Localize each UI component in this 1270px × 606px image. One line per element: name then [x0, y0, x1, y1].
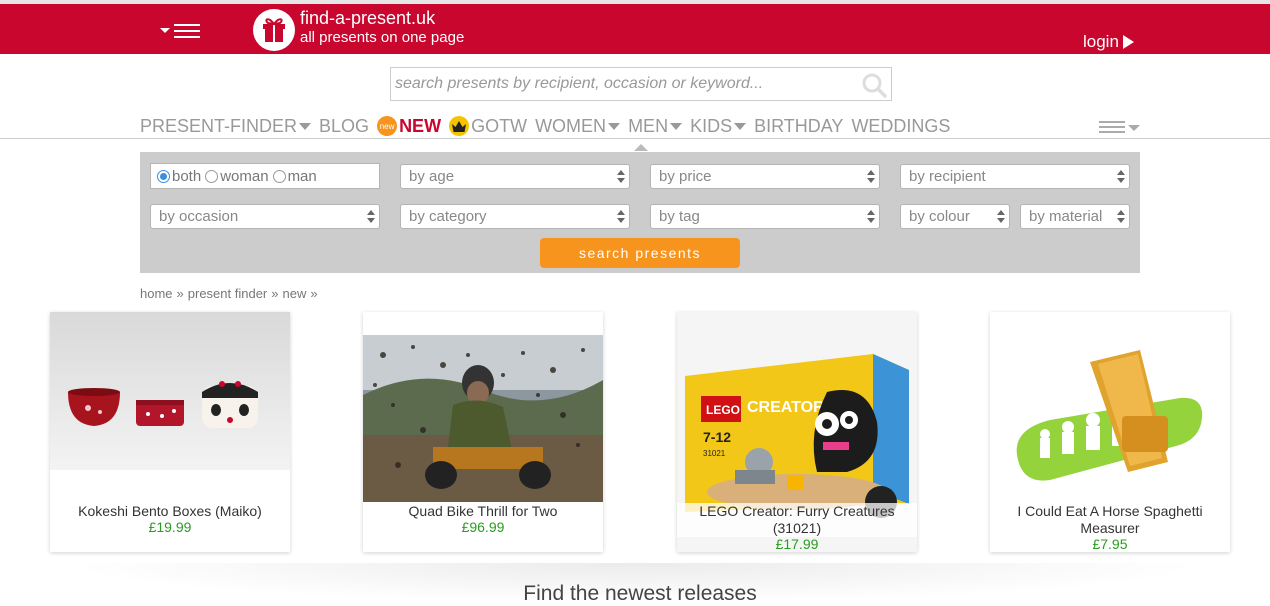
nav-birthday[interactable]: BIRTHDAY: [754, 116, 843, 137]
select-arrows-icon: [367, 209, 375, 224]
search-input[interactable]: [395, 72, 855, 96]
radio-woman[interactable]: woman: [205, 168, 269, 185]
play-arrow-icon: [1122, 35, 1134, 49]
breadcrumb: home » present finder » new »: [140, 286, 318, 301]
product-card[interactable]: I Could Eat A Horse Spaghetti Measurer £…: [990, 312, 1230, 552]
chevron-down-icon: [608, 122, 621, 130]
radio-man[interactable]: man: [272, 168, 317, 185]
breadcrumb-present-finder[interactable]: present finder: [188, 286, 268, 301]
lego-logo-text: LEGO: [706, 403, 740, 417]
crown-icon: [449, 116, 470, 136]
nav-weddings[interactable]: WEDDINGS: [851, 116, 950, 137]
login-link[interactable]: login: [1083, 32, 1134, 52]
present-finder-panel: both woman man by age by price by recipi…: [140, 152, 1140, 273]
product-price: £19.99: [148, 519, 192, 535]
product-price: £7.95: [1092, 536, 1128, 552]
select-arrows-icon: [617, 209, 625, 224]
breadcrumb-separator: »: [271, 286, 279, 301]
product-card[interactable]: Quad Bike Thrill for Two £96.99: [363, 312, 603, 552]
lego-set-text: 31021: [703, 449, 726, 458]
product-price: £17.99: [775, 536, 819, 552]
select-arrows-icon: [1117, 169, 1125, 184]
radio-selected-icon: [157, 169, 170, 183]
lego-age-text: 7-12: [703, 429, 731, 445]
material-select[interactable]: by material: [1020, 204, 1130, 229]
product-image-quad-bike[interactable]: [363, 335, 603, 502]
breadcrumb-new[interactable]: new: [283, 286, 307, 301]
radio-both[interactable]: both: [157, 168, 201, 185]
product-title[interactable]: LEGO Creator: Furry Creatures (31021): [677, 503, 917, 537]
nav-new[interactable]: new NEW: [377, 116, 441, 137]
site-header: find-a-present.uk all presents on one pa…: [0, 4, 1270, 54]
product-card[interactable]: Kokeshi Bento Boxes (Maiko) £19.99: [50, 312, 290, 552]
nav-divider: [0, 138, 1270, 139]
select-arrows-icon: [867, 209, 875, 224]
breadcrumb-home[interactable]: home: [140, 286, 173, 301]
product-image-bento-boxes[interactable]: [50, 312, 290, 470]
select-arrows-icon: [1117, 209, 1125, 224]
dropdown-arrow-icon: [160, 28, 170, 33]
tag-select[interactable]: by tag: [650, 204, 880, 229]
brand-tagline: all presents on one page: [300, 29, 465, 46]
hamburger-icon: [174, 24, 200, 26]
chevron-down-icon: [299, 122, 312, 130]
chevron-down-icon: [734, 122, 747, 130]
main-menu-button[interactable]: [158, 20, 204, 40]
brand-name[interactable]: find-a-present.uk: [300, 8, 435, 29]
colour-select[interactable]: by colour: [900, 204, 1010, 229]
category-select[interactable]: by category: [400, 204, 630, 229]
nav-blog[interactable]: BLOG: [319, 116, 369, 137]
login-label: login: [1083, 32, 1119, 51]
price-select[interactable]: by price: [650, 164, 880, 189]
nav-men[interactable]: MEN: [628, 116, 683, 137]
product-price: £96.99: [461, 519, 505, 535]
chevron-down-icon: [1128, 125, 1140, 131]
breadcrumb-separator: »: [176, 286, 184, 301]
search-presents-button[interactable]: search presents: [540, 238, 740, 268]
recipient-select[interactable]: by recipient: [900, 164, 1130, 189]
new-badge-icon: new: [377, 116, 398, 136]
search-box: [390, 67, 892, 101]
occasion-select[interactable]: by occasion: [150, 204, 380, 229]
nav-present-finder[interactable]: PRESENT-FINDER: [140, 116, 312, 137]
breadcrumb-separator: »: [310, 286, 318, 301]
radio-icon: [205, 169, 219, 183]
nav-kids[interactable]: KIDS: [690, 116, 747, 137]
search-icon[interactable]: [861, 72, 887, 98]
gift-logo-icon[interactable]: [252, 8, 296, 52]
age-select[interactable]: by age: [400, 164, 630, 189]
hamburger-icon: [1099, 121, 1125, 123]
product-title[interactable]: I Could Eat A Horse Spaghetti Measurer: [990, 503, 1230, 537]
more-menu-button[interactable]: [1099, 119, 1141, 135]
select-arrows-icon: [617, 169, 625, 184]
chevron-down-icon: [670, 122, 683, 130]
radio-icon: [272, 169, 286, 183]
lego-line-text: CREATOR: [747, 399, 825, 416]
nav-gotw[interactable]: GOTW: [449, 116, 527, 137]
select-arrows-icon: [997, 209, 1005, 224]
product-title[interactable]: Kokeshi Bento Boxes (Maiko): [50, 503, 290, 520]
product-card[interactable]: LEGO CREATOR 7-12 31021 LEGO Creator: Fu…: [677, 312, 917, 552]
product-title[interactable]: Quad Bike Thrill for Two: [363, 503, 603, 520]
nav-women[interactable]: WOMEN: [535, 116, 621, 137]
main-nav: PRESENT-FINDER BLOG new NEW GOTW WOMEN ME…: [140, 115, 958, 137]
select-arrows-icon: [867, 169, 875, 184]
panel-pointer-icon: [634, 144, 648, 151]
section-heading: Find the newest releases: [523, 582, 757, 605]
gender-radio-group: both woman man: [150, 163, 380, 189]
product-image-spaghetti-measurer[interactable]: [990, 312, 1230, 497]
